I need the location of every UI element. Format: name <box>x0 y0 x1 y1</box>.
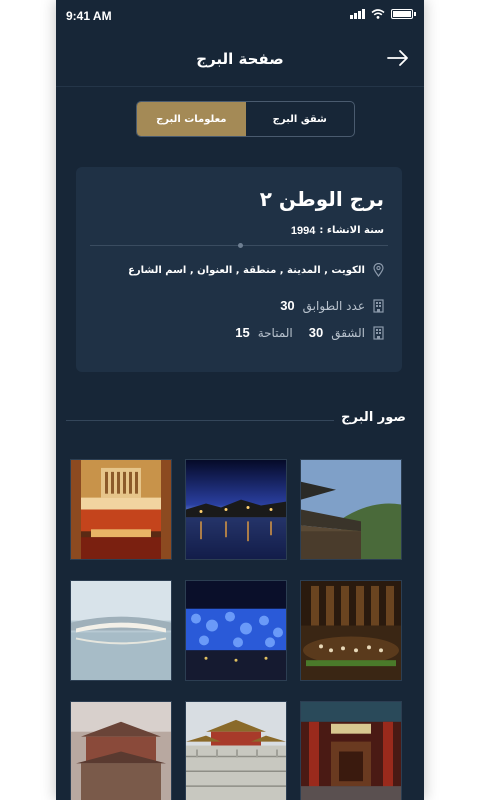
battery-tip <box>414 12 416 16</box>
floors-label: عدد الطوابق <box>302 298 365 313</box>
status-icons <box>350 9 416 19</box>
construction-year-value: 1994 <box>290 225 316 237</box>
construction-year-label: سنة الانشاء : <box>319 225 384 236</box>
palace-blur-photo[interactable] <box>70 701 172 800</box>
palace-terrace-photo[interactable] <box>185 701 287 800</box>
tab-switcher: معلومات البرج شقق البرج <box>136 101 355 137</box>
apartments-value: 30 <box>308 325 324 340</box>
address-row: الكويت , المدينة , منطقة , العنوان , اسم… <box>128 263 384 277</box>
floors-value: 30 <box>280 298 295 313</box>
address-text: الكويت , المدينة , منطقة , العنوان , اسم… <box>128 264 365 276</box>
divider-dot <box>238 243 243 248</box>
location-pin-icon <box>373 263 384 277</box>
page-title: صفحة البرج <box>196 50 284 68</box>
gallery-title: صور البرج <box>341 410 406 425</box>
back-arrow-icon[interactable] <box>386 48 410 68</box>
building-icon <box>373 325 384 340</box>
wifi-icon <box>371 9 385 19</box>
building-icon <box>373 298 384 313</box>
apartments-row: الشقق 30 المتاحة 15 <box>235 325 384 340</box>
section-divider <box>66 420 334 421</box>
tower-info-card: برج الوطن ٢ سنة الانشاء : 1994 الكويت , … <box>76 167 402 372</box>
signal-icon <box>350 9 365 19</box>
status-bar: 9:41 AM <box>56 0 424 30</box>
tab-tower-info[interactable]: معلومات البرج <box>137 102 246 136</box>
tower-name: برج الوطن ٢ <box>259 187 384 211</box>
available-label: المتاحة <box>257 325 293 340</box>
navigation-bar: صفحة البرج <box>56 30 424 87</box>
bridge-water-photo[interactable] <box>70 580 172 681</box>
phone-screen: 9:41 AM صفحة البرج معلومات البرج شقق الب… <box>56 0 424 800</box>
construction-year-row: سنة الانشاء : 1994 <box>291 225 384 237</box>
night-lake-photo[interactable] <box>185 459 287 560</box>
blue-cube-photo[interactable] <box>185 580 287 681</box>
battery-icon <box>391 9 413 19</box>
apartments-label: الشقق <box>331 325 365 340</box>
status-time: 9:41 AM <box>66 9 112 23</box>
orchestra-photo[interactable] <box>300 580 402 681</box>
temple-interior-photo[interactable] <box>300 701 402 800</box>
pagoda-roof-photo[interactable] <box>300 459 402 560</box>
floors-row: عدد الطوابق 30 <box>280 298 384 313</box>
gallery-header: صور البرج <box>66 408 406 428</box>
concert-hall-photo[interactable] <box>70 459 172 560</box>
tab-tower-apartments[interactable]: شقق البرج <box>246 102 355 136</box>
available-value: 15 <box>235 325 250 340</box>
